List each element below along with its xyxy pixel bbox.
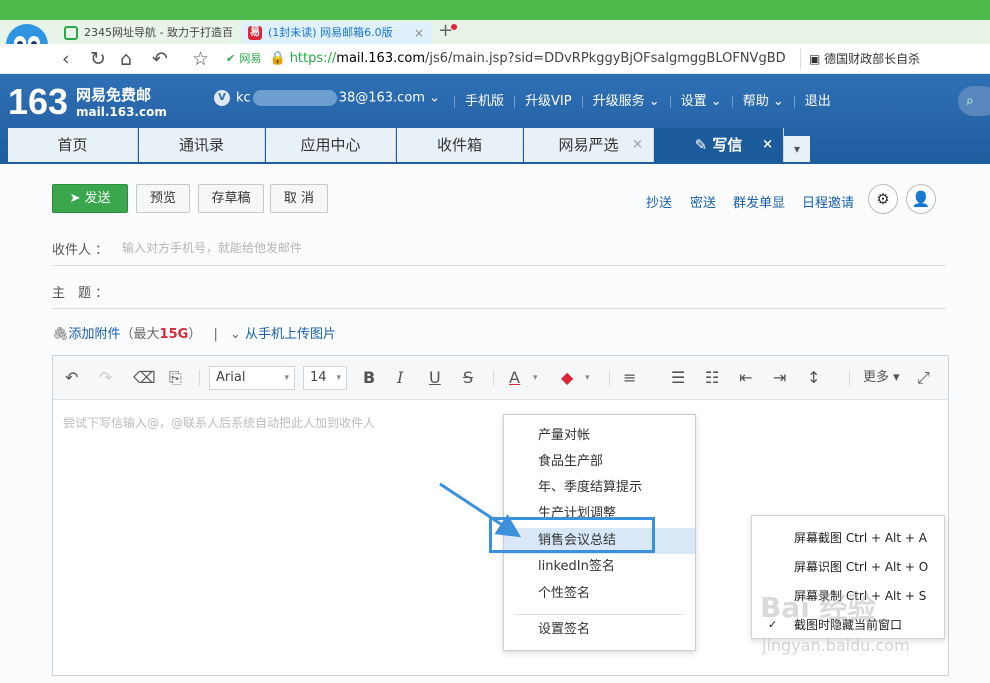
watermark-logo: Bai 经验 bbox=[760, 591, 876, 624]
menu-item-image-recognition[interactable]: 屏幕识图 Ctrl + Alt + O bbox=[752, 553, 944, 581]
menu-item-label: 屏幕识图 Ctrl + Alt + O bbox=[794, 560, 929, 574]
menu-item-screenshot[interactable]: 屏幕截图 Ctrl + Alt + A bbox=[752, 524, 944, 552]
menu-item-label: 屏幕截图 Ctrl + Alt + A bbox=[794, 531, 927, 545]
watermark-url: jingyan.baidu.com bbox=[762, 636, 910, 655]
